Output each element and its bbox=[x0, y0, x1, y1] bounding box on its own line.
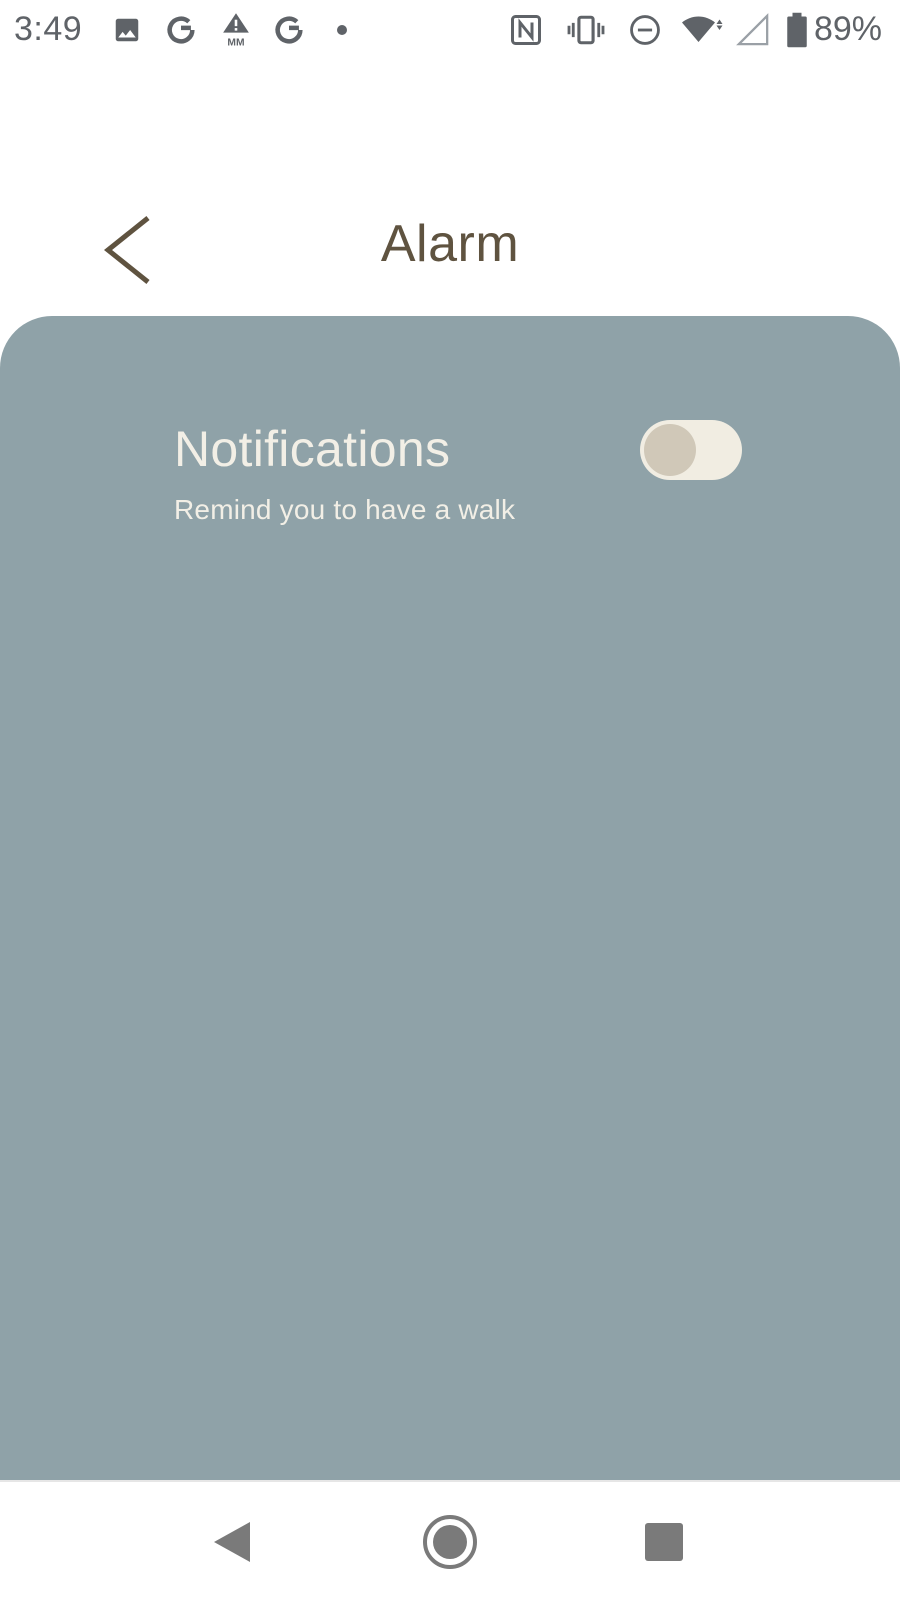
battery-icon bbox=[786, 12, 808, 48]
notifications-toggle[interactable] bbox=[640, 420, 742, 480]
page-title: Alarm bbox=[380, 215, 520, 273]
mm-warning-icon: MM bbox=[220, 12, 252, 48]
screen: 3:49 MM 89% Alarm Notifications Remind y… bbox=[0, 0, 900, 1600]
triangle-back-icon bbox=[214, 1522, 250, 1562]
status-time: 3:49 bbox=[14, 10, 83, 48]
svg-text:MM: MM bbox=[227, 37, 244, 48]
notifications-setting-row: Notifications Remind you to have a walk bbox=[174, 420, 754, 540]
image-icon bbox=[112, 12, 142, 48]
toggle-thumb bbox=[644, 424, 696, 476]
notifications-title: Notifications bbox=[174, 421, 451, 477]
google-g-icon bbox=[164, 12, 198, 48]
battery-percent: 89% bbox=[813, 10, 882, 48]
notifications-subtitle: Remind you to have a walk bbox=[174, 494, 516, 525]
google-g-icon bbox=[272, 12, 306, 48]
nav-back-button[interactable] bbox=[200, 1510, 264, 1574]
status-bar: 3:49 MM 89% bbox=[0, 0, 900, 62]
nfc-icon bbox=[508, 12, 544, 48]
vibrate-icon bbox=[566, 12, 606, 48]
app-bar: Alarm bbox=[0, 62, 900, 316]
navigation-bar bbox=[0, 1480, 900, 1600]
circle-home-icon bbox=[423, 1515, 477, 1569]
settings-card: Notifications Remind you to have a walk bbox=[0, 316, 900, 1480]
nav-recents-button[interactable] bbox=[632, 1510, 696, 1574]
do-not-disturb-icon bbox=[628, 12, 662, 48]
wifi-icon bbox=[680, 12, 726, 48]
nav-home-button[interactable] bbox=[418, 1510, 482, 1574]
dot-icon bbox=[336, 12, 348, 48]
square-recents-icon bbox=[645, 1523, 683, 1561]
cell-signal-icon bbox=[736, 12, 770, 48]
